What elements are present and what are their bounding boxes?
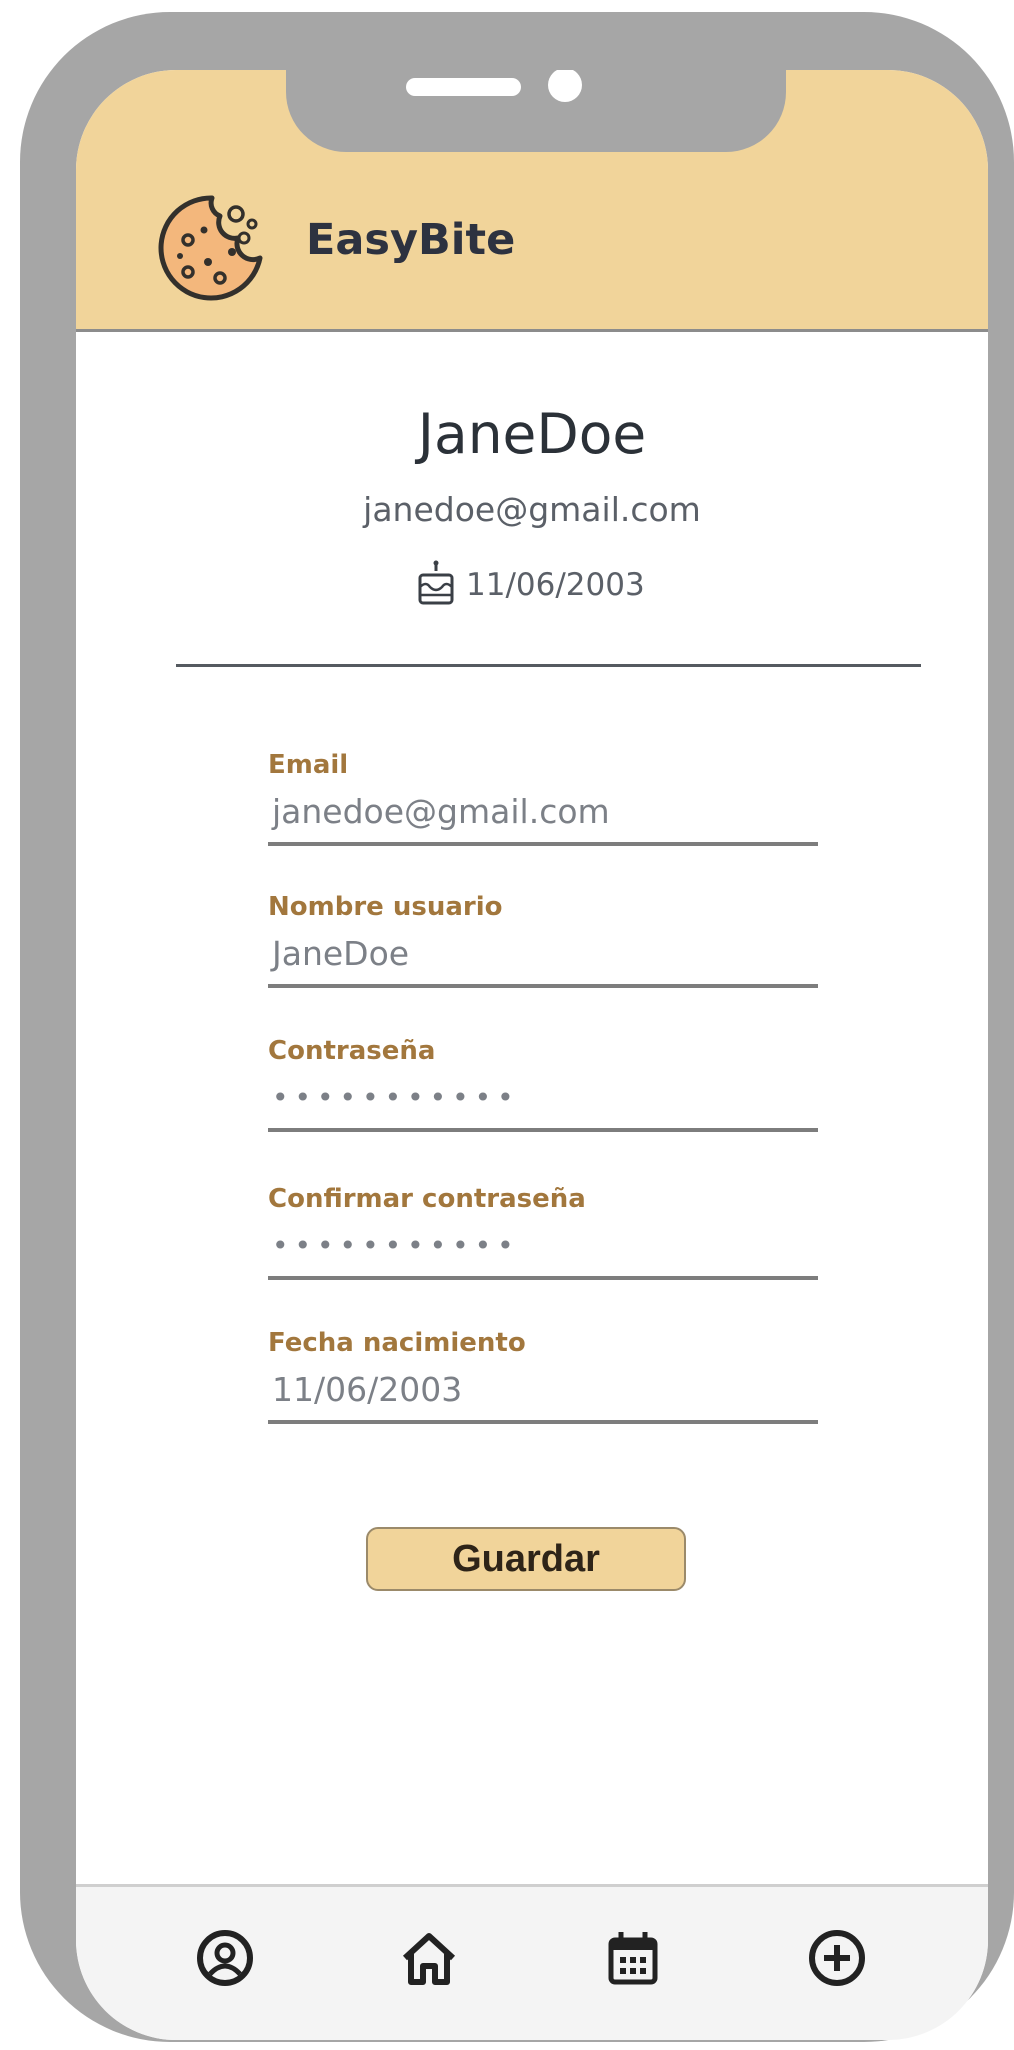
password-field: Contraseña ••••••••••• xyxy=(268,1036,828,1132)
email-input-underline xyxy=(268,842,818,846)
birthdate-input[interactable]: 11/06/2003 xyxy=(268,1364,828,1416)
home-icon xyxy=(399,1928,459,1993)
username-input-underline xyxy=(268,984,818,988)
profile-divider xyxy=(176,664,921,667)
app-header: EasyBite xyxy=(76,70,988,332)
email-field-label: Email xyxy=(268,750,349,780)
birthdate-field-label: Fecha nacimiento xyxy=(268,1328,526,1358)
add-circle-icon xyxy=(807,1928,867,1993)
nav-item-home[interactable] xyxy=(394,1925,464,1995)
email-input[interactable]: janedoe@gmail.com xyxy=(268,786,828,838)
confirm-password-field-label: Confirmar contraseña xyxy=(268,1184,586,1214)
app-name: EasyBite xyxy=(306,215,516,265)
password-input-underline xyxy=(268,1128,818,1132)
cookie-icon xyxy=(148,180,278,310)
phone-notch xyxy=(286,70,786,152)
phone-frame: EasyBite JaneDoe janedoe@gmail.com 11/06… xyxy=(20,12,1014,2042)
username-field-label: Nombre usuario xyxy=(268,892,503,922)
speaker-grille xyxy=(406,78,521,96)
password-field-label: Contraseña xyxy=(268,1036,436,1066)
nav-item-profile[interactable] xyxy=(190,1925,260,1995)
birthdate-field: Fecha nacimiento 11/06/2003 xyxy=(268,1328,828,1424)
phone-screen: EasyBite JaneDoe janedoe@gmail.com 11/06… xyxy=(76,70,988,2040)
username-field: Nombre usuario JaneDoe xyxy=(268,892,828,988)
email-field: Email janedoe@gmail.com xyxy=(268,750,828,846)
profile-email: janedoe@gmail.com xyxy=(363,490,701,529)
profile-birthdate: 11/06/2003 xyxy=(466,567,645,603)
user-profile-icon xyxy=(195,1928,255,1993)
profile-username: JaneDoe xyxy=(417,402,647,466)
phone-volume-down-button xyxy=(30,472,46,592)
nav-item-calendar[interactable] xyxy=(598,1925,668,1995)
front-camera xyxy=(548,70,582,102)
nav-item-add[interactable] xyxy=(802,1925,872,1995)
birthday-cake-icon xyxy=(416,559,456,612)
phone-side-button xyxy=(30,212,46,282)
bottom-navigation xyxy=(76,1884,988,2040)
calendar-icon xyxy=(603,1928,663,1993)
birthdate-input-underline xyxy=(268,1420,818,1424)
confirm-password-field: Confirmar contraseña ••••••••••• xyxy=(268,1184,828,1280)
confirm-password-input[interactable]: ••••••••••• xyxy=(268,1220,828,1272)
password-input[interactable]: ••••••••••• xyxy=(268,1072,828,1124)
username-input[interactable]: JaneDoe xyxy=(268,928,828,980)
confirm-password-input-underline xyxy=(268,1276,818,1280)
save-button[interactable]: Guardar xyxy=(366,1527,686,1591)
profile-birthdate-row: 11/06/2003 xyxy=(416,560,645,610)
phone-volume-up-button xyxy=(30,332,46,452)
